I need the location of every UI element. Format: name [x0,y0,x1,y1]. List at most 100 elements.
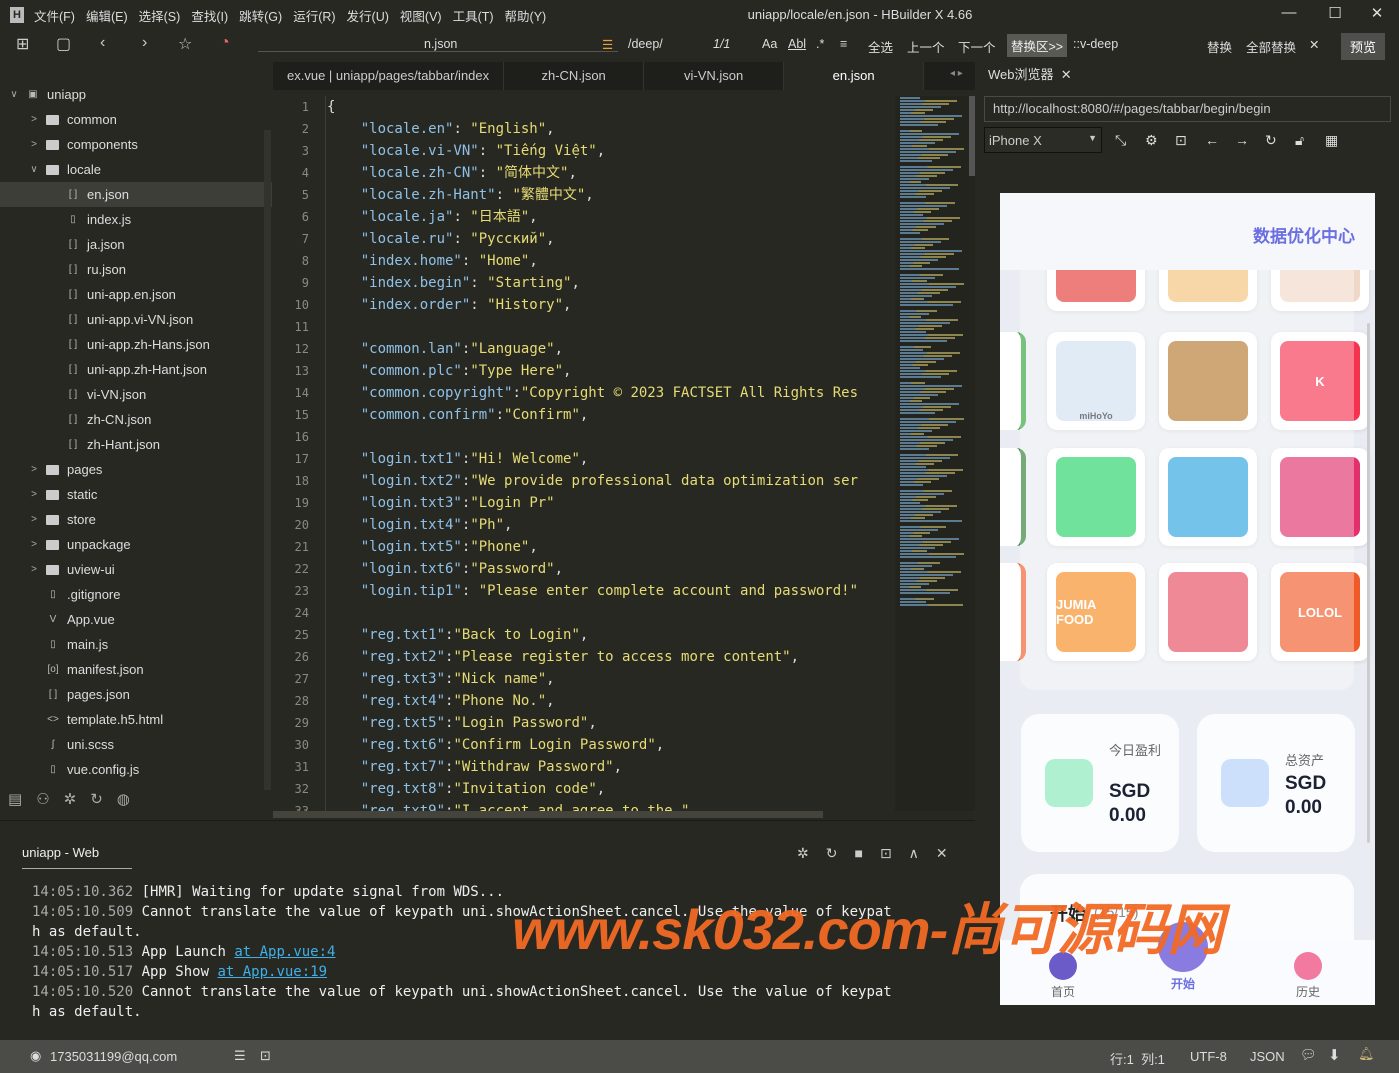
close-browser-tab-icon[interactable]: ✕ [1061,67,1072,82]
chevron-down-icon[interactable]: ∨ [28,164,40,175]
app-card[interactable] [1159,332,1257,430]
lock-icon[interactable]: 🔓︎ [1295,132,1304,149]
close-search-button[interactable]: ✕ [1309,37,1319,52]
tree-item[interactable]: > store [0,507,272,532]
tree-item[interactable]: ▯ .gitignore [0,582,272,607]
bug-icon[interactable]: ✲ [797,845,826,861]
tree-item[interactable]: > unpackage [0,532,272,557]
phone-scrollbar[interactable] [1367,323,1370,843]
regex-toggle[interactable]: .* [816,37,824,51]
match-case-toggle[interactable]: Aa [762,37,777,51]
run-icon[interactable]: ◔ [220,34,230,52]
app-card[interactable] [1159,563,1257,661]
replace-button[interactable]: 替换 [1207,37,1232,56]
app-card[interactable] [1159,448,1257,546]
sidebar-scrollbar[interactable] [264,130,271,790]
app-card[interactable] [1047,448,1145,546]
cursor-position[interactable]: 行:1 列:1 [1110,1049,1165,1068]
stop-icon[interactable]: ■ [854,845,879,861]
tree-item[interactable]: > static [0,482,272,507]
url-input[interactable]: http://localhost:8080/#/pages/tabbar/beg… [984,96,1391,122]
tree-item[interactable]: [o] manifest.json [0,657,272,682]
tab-scroll-icon[interactable]: ◂ ▸ [950,68,963,79]
app-card[interactable]: K [1271,332,1369,430]
chevron-right-icon[interactable]: > [28,464,40,475]
app-card[interactable]: JUMIA FOOD [1047,563,1145,661]
debug-icon[interactable]: ✲ [64,790,77,812]
menu-item[interactable]: 文件(F) [34,10,75,24]
search-input[interactable]: /deep/ [628,37,663,51]
restart-icon[interactable]: ↻ [826,845,855,861]
tree-item[interactable]: [ ] uni-app.zh-Hant.json [0,357,272,382]
tree-item[interactable]: > common [0,107,272,132]
tree-item[interactable]: ▯ main.js [0,632,272,657]
encoding[interactable]: UTF-8 [1190,1049,1227,1064]
arrow-left-icon[interactable]: ← [1205,132,1219,148]
menu-item[interactable]: 视图(V) [400,10,442,24]
git-icon[interactable]: ↻ [90,790,103,812]
refresh-icon[interactable]: ↻ [1265,132,1277,149]
menu-item[interactable]: 帮助(Y) [505,10,547,24]
code-editor[interactable]: 1{2 "locale.en": "English", 3 "locale.vi-… [273,96,895,811]
project-icon[interactable]: ▤ [8,790,22,812]
tree-item[interactable]: [ ] uni-app.en.json [0,282,272,307]
back-icon[interactable]: ‹ [100,34,105,52]
menu-item[interactable]: 运行(R) [293,10,335,24]
app-card[interactable]: miHoYo [1047,332,1145,430]
forward-icon[interactable]: › [142,34,147,52]
chat-icon[interactable]: 💬︎ [1300,1047,1317,1063]
new-file-icon[interactable]: ⊞ [16,34,29,54]
chevron-right-icon[interactable]: > [28,114,40,125]
horizontal-scrollbar[interactable] [273,811,823,818]
console-icon[interactable]: ⊡ [1175,132,1187,149]
user-account[interactable]: 1735031199@qq.com [50,1049,177,1064]
tree-item[interactable]: ▯ vue.config.js [0,757,272,782]
star-icon[interactable]: ☆ [178,34,192,54]
tree-item[interactable]: ∨ ▣ uniapp [0,82,272,107]
app-card[interactable]: LOLOL [1271,563,1369,661]
user-icon[interactable]: ◉ [30,1048,41,1064]
source-link[interactable]: at App.vue:4 [234,944,335,960]
tree-item[interactable]: ∨ locale [0,157,272,182]
filter-icon[interactable]: ≡ [840,37,847,51]
globe-icon[interactable]: ◍ [117,790,130,812]
replace-all-button[interactable]: 全部替换 [1246,37,1296,56]
editor-tab[interactable]: en.json [784,62,925,90]
tree-item[interactable]: [ ] pages.json [0,682,272,707]
find-next-button[interactable]: 下一个 [958,37,996,56]
tree-item[interactable]: ∫ uni.scss [0,732,272,757]
app-card[interactable] [1271,448,1369,546]
tree-item[interactable]: > components [0,132,272,157]
tree-item[interactable]: > pages [0,457,272,482]
arrow-right-icon[interactable]: → [1235,132,1249,148]
menu-item[interactable]: 发行(U) [347,10,389,24]
chevron-right-icon[interactable]: > [28,489,40,500]
find-previous-button[interactable]: 上一个 [907,37,945,56]
source-link[interactable]: at App.vue:19 [217,964,327,980]
settings-icon[interactable]: ⚙ [1145,132,1158,149]
tree-item[interactable]: V App.vue [0,607,272,632]
partial-app-card[interactable] [1000,563,1026,661]
tree-item[interactable]: [ ] uni-app.vi-VN.json [0,307,272,332]
qrcode-icon[interactable]: ▦ [1325,132,1338,149]
terminal-icon[interactable]: ⊡ [260,1048,271,1064]
tree-item[interactable]: ▯ index.js [0,207,272,232]
tree-item[interactable]: [ ] vi-VN.json [0,382,272,407]
close-window-button[interactable]: ✕ [1366,4,1388,26]
save-icon[interactable]: ▢ [56,34,71,54]
menu-item[interactable]: 工具(T) [453,10,494,24]
tree-item[interactable]: > uview-ui [0,557,272,582]
partial-app-card[interactable] [1000,332,1026,430]
partial-app-card[interactable] [1000,448,1026,546]
list-icon[interactable]: ☰ [234,1048,246,1064]
menu-item[interactable]: 跳转(G) [239,10,282,24]
select-all-button[interactable]: 全选 [868,37,893,56]
chevron-right-icon[interactable]: > [28,139,40,150]
chevron-right-icon[interactable]: > [28,539,40,550]
menu-item[interactable]: 查找(I) [191,10,228,24]
chevron-right-icon[interactable]: > [28,564,40,575]
editor-tab[interactable]: zh-CN.json [504,62,645,90]
menu-item[interactable]: 编辑(E) [86,10,128,24]
minimap[interactable] [895,96,975,811]
replace-input[interactable]: ::v-deep [1073,37,1118,51]
